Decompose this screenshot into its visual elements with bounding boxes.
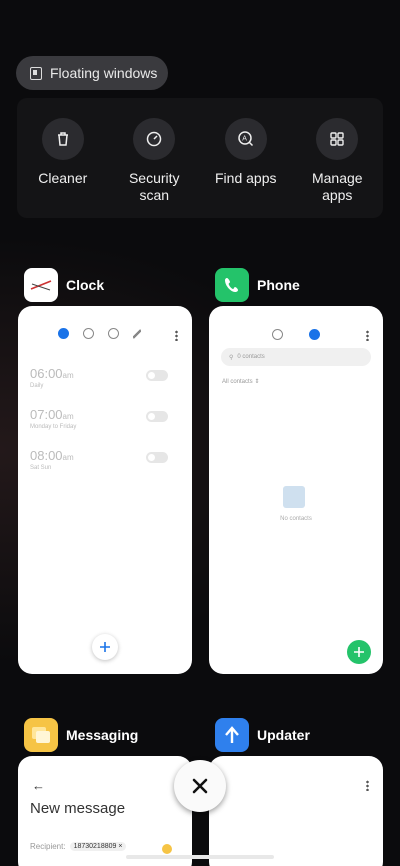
clock-more-icon[interactable] xyxy=(175,330,178,341)
security-scan-icon xyxy=(133,118,176,160)
recipient-row[interactable]: Recipient: 18730218809 × xyxy=(30,842,127,851)
floating-windows-button[interactable]: Floating windows xyxy=(16,56,168,90)
svg-text:A: A xyxy=(242,136,247,143)
clock-app-title: Clock xyxy=(66,277,105,293)
contacts-filter-label: All contacts xyxy=(222,379,253,385)
alarm-item[interactable]: 07:00am Monday to Friday xyxy=(30,407,180,430)
alarm-repeat: Monday to Friday xyxy=(30,424,77,430)
updater-app-header[interactable]: Updater xyxy=(215,718,310,752)
add-recipient-icon[interactable] xyxy=(162,844,172,854)
world-clock-tab-icon[interactable] xyxy=(83,328,94,339)
clock-app-icon xyxy=(24,268,58,302)
recipient-number: 18730218809 xyxy=(73,843,117,850)
floating-window-icon xyxy=(30,66,42,80)
quick-actions-panel: Cleaner Security scan A Find apps Manage… xyxy=(17,98,383,218)
alarm-toggle[interactable] xyxy=(146,452,168,463)
trash-icon xyxy=(41,118,84,160)
grid-icon xyxy=(316,118,359,160)
back-arrow-icon[interactable]: ← xyxy=(32,778,45,793)
stopwatch-tab-icon[interactable] xyxy=(108,328,119,339)
phone-app-card[interactable]: ⚲ 0 contacts All contacts ⇕ No contacts xyxy=(209,306,383,674)
recipient-label: Recipient: xyxy=(30,842,66,851)
new-message-heading: New message xyxy=(30,800,126,817)
find-apps-label: Find apps xyxy=(215,170,277,186)
contacts-filter-dropdown[interactable]: All contacts ⇕ xyxy=(222,378,259,385)
phone-more-icon[interactable] xyxy=(366,330,369,341)
find-apps-icon: A xyxy=(224,118,267,160)
empty-contacts-text: No contacts xyxy=(280,516,312,522)
manage-apps-button[interactable]: Manage apps xyxy=(297,118,377,218)
alarm-item[interactable]: 08:00am Sat Sun xyxy=(30,448,180,471)
updater-app-card[interactable] xyxy=(209,756,383,866)
clock-tabs xyxy=(58,328,141,339)
phone-app-title: Phone xyxy=(257,277,300,293)
alarm-toggle[interactable] xyxy=(146,411,168,422)
recents-tab-icon[interactable] xyxy=(272,329,283,340)
floating-windows-label: Floating windows xyxy=(50,65,158,81)
clock-app-card[interactable]: 06:00am Daily 07:00am Monday to Friday 0… xyxy=(18,306,192,674)
contacts-search-input[interactable]: ⚲ 0 contacts xyxy=(221,348,371,366)
alarm-repeat: Daily xyxy=(30,383,44,389)
messaging-app-card[interactable]: ← New message Recipient: 18730218809 × xyxy=(18,756,192,866)
updater-app-title: Updater xyxy=(257,727,310,743)
cleaner-label: Cleaner xyxy=(38,170,88,186)
messaging-app-title: Messaging xyxy=(66,727,139,743)
recipient-chip[interactable]: 18730218809 × xyxy=(69,842,127,851)
alarm-toggle[interactable] xyxy=(146,370,168,381)
cleaner-button[interactable]: Cleaner xyxy=(23,118,103,218)
alarm-repeat: Sat Sun xyxy=(30,465,52,471)
clock-app-header[interactable]: Clock xyxy=(24,268,104,302)
close-icon xyxy=(192,778,208,794)
contacts-tab-icon[interactable] xyxy=(309,329,320,340)
add-contact-button[interactable] xyxy=(347,640,371,664)
home-indicator[interactable] xyxy=(126,855,274,859)
clear-all-button[interactable] xyxy=(174,760,226,812)
alarm-item[interactable]: 06:00am Daily xyxy=(30,366,180,389)
updater-app-icon xyxy=(215,718,249,752)
security-scan-button[interactable]: Security scan xyxy=(114,118,194,218)
add-alarm-button[interactable] xyxy=(92,634,118,660)
phone-app-icon xyxy=(215,268,249,302)
timer-tab-icon[interactable] xyxy=(133,328,141,339)
security-scan-label: Security scan xyxy=(128,170,180,203)
plus-icon xyxy=(100,642,110,652)
updater-more-icon[interactable] xyxy=(366,780,369,791)
messaging-app-icon xyxy=(24,718,58,752)
messaging-app-header[interactable]: Messaging xyxy=(24,718,138,752)
manage-apps-label: Manage apps xyxy=(311,170,363,203)
phone-app-header[interactable]: Phone xyxy=(215,268,300,302)
alarm-tab-icon[interactable] xyxy=(58,328,69,339)
search-icon: ⚲ xyxy=(229,354,234,361)
find-apps-button[interactable]: A Find apps xyxy=(206,118,286,218)
contacts-search-placeholder: 0 contacts xyxy=(237,354,265,360)
empty-contacts-icon xyxy=(283,486,305,508)
plus-icon xyxy=(354,647,364,657)
